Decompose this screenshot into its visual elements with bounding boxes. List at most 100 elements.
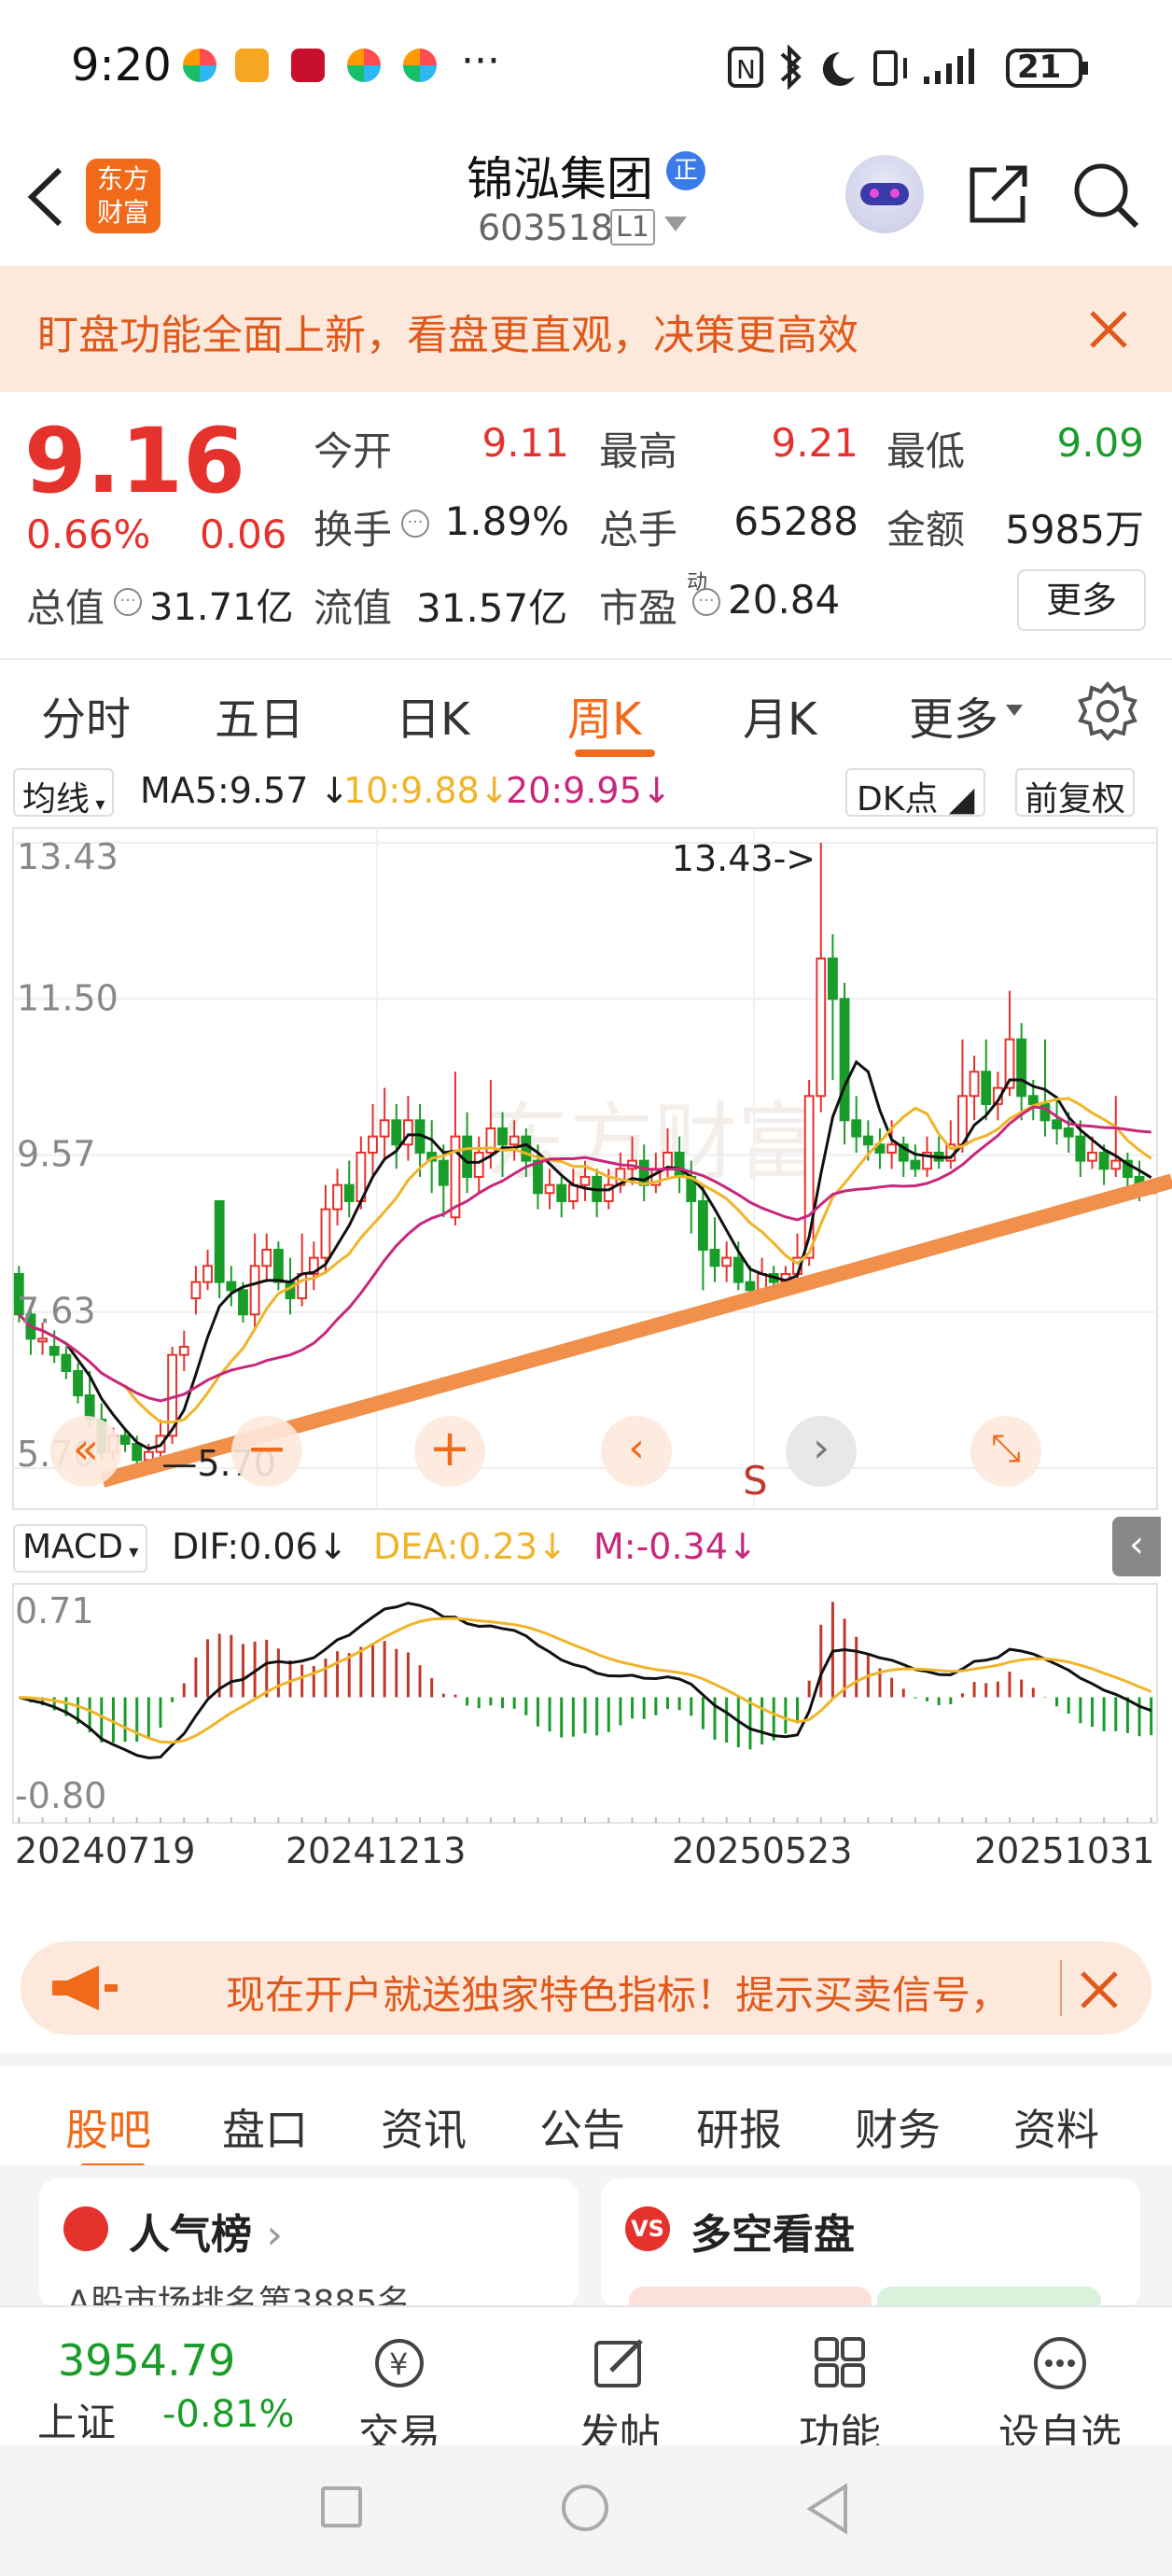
macd-indicator-bar: MACD ▾ DIF:0.06↓ DEA:0.23↓ M:-0.34↓ ‹ bbox=[0, 1517, 1172, 1582]
popularity-card[interactable]: 人气榜 › A股市场排名第3885名 bbox=[39, 2178, 579, 2309]
feature-banner[interactable]: 盯盘功能全面上新，看盘更直观，决策更高效 bbox=[0, 266, 1172, 392]
candle-body bbox=[839, 998, 850, 1122]
candle-body bbox=[343, 1183, 355, 1202]
candle-body bbox=[261, 1248, 272, 1267]
stock-header: 东方 财富 锦泓集团 正 603518 L1 bbox=[0, 131, 1172, 266]
back-icon[interactable] bbox=[24, 164, 65, 230]
eastmoney-logo[interactable]: 东方 财富 bbox=[86, 159, 160, 233]
tab-five-day[interactable]: 五日 bbox=[215, 682, 304, 748]
tab-announcements[interactable]: 公告 bbox=[539, 2096, 625, 2158]
logo-text-2: 财富 bbox=[96, 197, 149, 228]
candle-body bbox=[1098, 1151, 1109, 1170]
candle-body bbox=[272, 1248, 284, 1283]
candle-body bbox=[579, 1175, 591, 1186]
date-axis: 20240719 20241213 20250523 20251031 bbox=[0, 1825, 1172, 1881]
recent-apps-icon[interactable] bbox=[321, 2486, 362, 2527]
promo-text: 现在开户就送独家特色指标！提示买卖信号， bbox=[226, 1972, 1011, 2018]
tab-finance[interactable]: 财务 bbox=[855, 2096, 941, 2158]
close-icon[interactable] bbox=[1079, 1969, 1120, 2010]
long-short-card[interactable]: VS 多空看盘 bbox=[601, 2178, 1140, 2309]
svg-text:¥: ¥ bbox=[389, 2346, 408, 2382]
candle-body bbox=[1027, 1095, 1039, 1105]
close-icon[interactable] bbox=[1088, 309, 1129, 350]
ma10-value: 10:9.88↓ bbox=[343, 770, 509, 811]
info-icon[interactable]: ··· bbox=[692, 588, 720, 616]
low-label: 最低 bbox=[886, 428, 966, 474]
y-tick-label: 0.71 bbox=[15, 1590, 94, 1631]
level-badge[interactable]: L1 bbox=[610, 209, 655, 245]
back-nav-icon[interactable] bbox=[804, 2483, 851, 2535]
robot-assistant-icon[interactable] bbox=[845, 155, 924, 233]
macd-chart[interactable]: 0.71 -0.80 bbox=[0, 1582, 1172, 1825]
tab-daily-k[interactable]: 日K bbox=[396, 682, 469, 748]
macd-select[interactable]: MACD ▾ bbox=[13, 1524, 148, 1573]
tab-more[interactable]: 更多 bbox=[909, 682, 998, 748]
stock-code: 603518 bbox=[478, 207, 614, 248]
index-ticker[interactable]: 3954.79 上证 -0.81% bbox=[19, 2307, 299, 2447]
tab-profile[interactable]: 资料 bbox=[1013, 2096, 1099, 2158]
tab-news[interactable]: 资讯 bbox=[381, 2096, 467, 2158]
status-bar: 9:20 ··· N 21 bbox=[0, 0, 1172, 131]
gear-icon[interactable] bbox=[1075, 679, 1140, 744]
candle-body bbox=[1087, 1151, 1097, 1162]
ma5-value: MA5:9.57 ↓ bbox=[140, 770, 350, 811]
candle-body bbox=[214, 1199, 225, 1283]
candle-body bbox=[473, 1151, 484, 1178]
zoom-out-icon[interactable]: − bbox=[231, 1416, 302, 1487]
date-label: 20251031 bbox=[974, 1830, 1155, 1871]
tab-pankou[interactable]: 盘口 bbox=[222, 2096, 308, 2158]
m-value: M:-0.34↓ bbox=[593, 1526, 758, 1567]
tab-guba[interactable]: 股吧 bbox=[65, 2096, 151, 2158]
dk-point-button[interactable]: DK点 ◢ bbox=[845, 768, 986, 819]
home-icon[interactable] bbox=[562, 2485, 608, 2531]
bank-icon bbox=[291, 49, 325, 82]
share-icon[interactable] bbox=[965, 161, 1032, 228]
candle-body bbox=[73, 1369, 83, 1396]
candle-body bbox=[190, 1281, 202, 1299]
kline-svg: 东方财富 13.4311.509.577.635.7013.43->—5.70S bbox=[12, 827, 1172, 1510]
chevron-down-icon[interactable] bbox=[664, 217, 687, 231]
info-icon[interactable]: ··· bbox=[401, 510, 429, 538]
candle-body bbox=[697, 1199, 708, 1251]
float-value: 31.57亿 bbox=[416, 585, 568, 631]
y-tick-label: 11.50 bbox=[17, 977, 119, 1018]
more-button[interactable]: 更多 bbox=[1017, 569, 1146, 631]
chevron-left-icon[interactable]: ‹ bbox=[601, 1416, 672, 1487]
tab-intraday[interactable]: 分时 bbox=[41, 682, 131, 748]
rewind-icon[interactable]: « bbox=[50, 1416, 121, 1487]
app-notification-icon bbox=[347, 49, 381, 82]
chevron-right-icon[interactable]: › bbox=[786, 1416, 857, 1487]
system-nav-bar bbox=[0, 2445, 1172, 2576]
adjust-button[interactable]: 前复权 bbox=[1015, 768, 1136, 819]
pe-label: 市盈 bbox=[599, 585, 678, 631]
tab-weekly-k[interactable]: 周K bbox=[567, 682, 641, 748]
candle-body bbox=[1052, 1119, 1062, 1129]
chevron-down-icon[interactable] bbox=[1006, 705, 1023, 716]
candle-body bbox=[969, 1071, 980, 1098]
nav-add-watchlist[interactable]: 设自选 bbox=[985, 2335, 1135, 2460]
collapse-panel-icon[interactable]: ‹ bbox=[1112, 1517, 1161, 1576]
candle-body bbox=[438, 1159, 449, 1186]
info-icon[interactable]: ··· bbox=[114, 588, 142, 616]
stock-name: 锦泓集团 bbox=[467, 152, 653, 206]
active-tab-indicator bbox=[575, 749, 655, 757]
nav-trade[interactable]: ¥ 交易 bbox=[325, 2335, 474, 2460]
candle-body bbox=[862, 1135, 873, 1146]
tab-monthly-k[interactable]: 月K bbox=[743, 682, 816, 748]
sell-signal-marker: S bbox=[743, 1458, 768, 1504]
promo-banner[interactable]: 现在开户就送独家特色指标！提示买卖信号， bbox=[21, 1941, 1151, 2035]
kline-chart[interactable]: 东方财富 13.4311.509.577.635.7013.43->—5.70S… bbox=[0, 826, 1172, 1517]
quote-panel: 9.16 0.66% 0.06 今开 9.11 最高 9.21 最低 9.09 … bbox=[0, 392, 1172, 653]
ma-select[interactable]: 均线 ▾ bbox=[13, 768, 115, 819]
candle-body bbox=[178, 1345, 189, 1356]
grid-icon bbox=[815, 2337, 865, 2387]
ranking-icon bbox=[63, 2206, 108, 2251]
zoom-in-icon[interactable]: + bbox=[414, 1416, 485, 1487]
candle-body bbox=[1016, 1038, 1027, 1098]
nav-post[interactable]: 发帖 bbox=[545, 2335, 694, 2460]
expand-icon[interactable]: ⤡ bbox=[970, 1416, 1041, 1487]
tab-research[interactable]: 研报 bbox=[696, 2096, 782, 2158]
search-icon[interactable] bbox=[1071, 161, 1140, 230]
candle-body bbox=[368, 1135, 378, 1154]
nav-functions[interactable]: 功能 bbox=[765, 2335, 914, 2460]
